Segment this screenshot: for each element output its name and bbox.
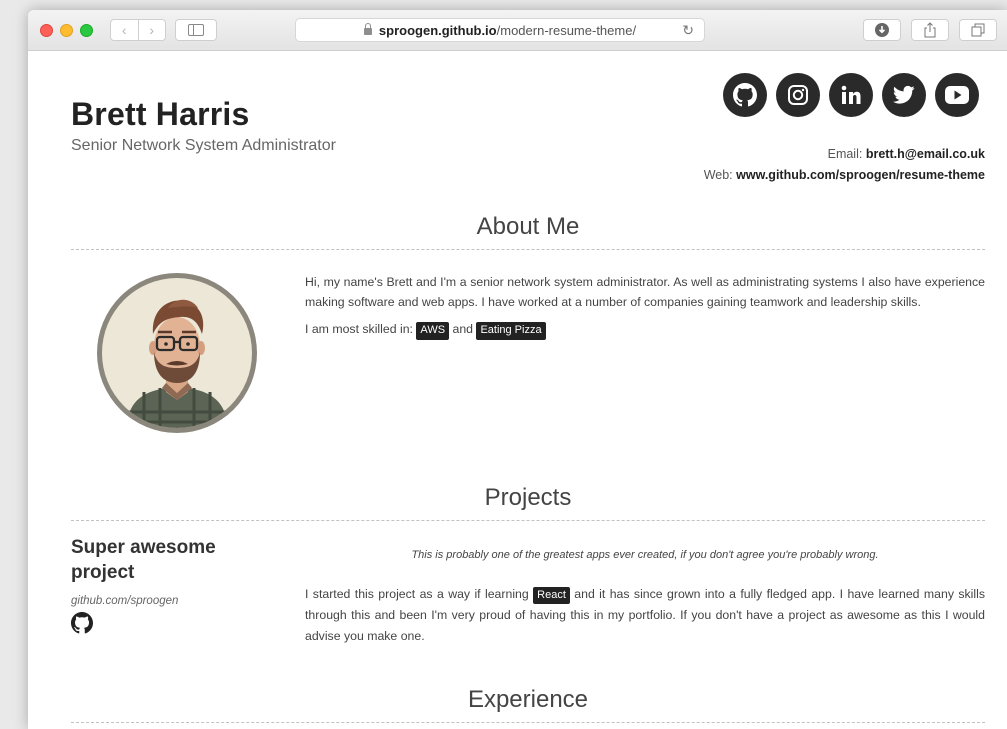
twitter-link[interactable] — [882, 73, 926, 117]
projects-divider — [71, 520, 985, 521]
avatar — [97, 273, 257, 433]
address-bar[interactable]: sproogen.github.io/modern-resume-theme/ … — [295, 18, 705, 42]
linkedin-link[interactable] — [829, 73, 873, 117]
about-paragraph: Hi, my name's Brett and I'm a senior net… — [305, 275, 985, 309]
web-line: Web: www.github.com/sproogen/resume-them… — [704, 168, 985, 182]
skills-prefix: I am most skilled in: — [305, 322, 413, 337]
job-title: Senior Network System Administrator — [71, 137, 336, 154]
share-button[interactable] — [911, 19, 949, 41]
about-heading: About Me — [476, 213, 580, 240]
youtube-link[interactable] — [935, 73, 979, 117]
browser-window: ‹ › sproogen.github.io/modern-resume-the… — [28, 10, 1007, 729]
download-icon — [875, 23, 889, 37]
github-icon[interactable] — [71, 612, 93, 634]
back-button[interactable]: ‹ — [111, 20, 138, 40]
browser-toolbar: ‹ › sproogen.github.io/modern-resume-the… — [28, 10, 1007, 51]
project-title: Super awesome project — [71, 537, 216, 583]
youtube-icon — [945, 86, 969, 104]
skill-tag: AWS — [416, 322, 450, 340]
url-path: /modern-resume-theme/ — [496, 22, 637, 38]
minimize-window-button[interactable] — [60, 24, 73, 37]
email-link[interactable]: brett.h@email.co.uk — [866, 147, 985, 161]
web-label: Web: — [703, 168, 733, 182]
skills-line: I am most skilled in: AWS and Eating Piz… — [305, 320, 985, 340]
resume-page: Brett Harris Senior Network System Admin… — [28, 51, 1007, 729]
github-icon — [733, 83, 757, 107]
about-divider — [71, 249, 985, 250]
lock-icon — [363, 22, 372, 35]
url-domain: sproogen.github.io — [378, 22, 497, 38]
person-name: Brett Harris — [71, 96, 250, 132]
project-desc-start: I started this project as a way if learn… — [305, 587, 529, 601]
web-link[interactable]: www.github.com/sproogen/resume-theme — [736, 168, 985, 182]
project-description: I started this project as a way if learn… — [305, 584, 985, 647]
forward-button[interactable]: › — [137, 20, 166, 40]
email-line: Email: brett.h@email.co.uk — [828, 147, 985, 161]
sidebar-icon — [188, 24, 204, 36]
skills-and: and — [452, 322, 474, 337]
tabs-icon — [971, 23, 985, 37]
social-links — [723, 73, 979, 117]
instagram-link[interactable] — [776, 73, 820, 117]
experience-divider — [71, 722, 985, 723]
history-nav: ‹ › — [110, 19, 166, 41]
share-icon — [924, 22, 936, 38]
about-text: Hi, my name's Brett and I'm a senior net… — [305, 273, 985, 348]
sidebar-toggle-button[interactable] — [175, 19, 217, 41]
skill-tag: Eating Pizza — [476, 322, 546, 340]
close-window-button[interactable] — [40, 24, 53, 37]
zoom-window-button[interactable] — [80, 24, 93, 37]
project-link[interactable]: github.com/sproogen — [71, 595, 178, 607]
tabs-button[interactable] — [959, 19, 997, 41]
twitter-icon — [893, 85, 915, 104]
email-label: Email: — [827, 147, 863, 161]
projects-heading: Projects — [484, 484, 572, 511]
instagram-icon — [788, 85, 808, 105]
linkedin-icon — [841, 85, 861, 104]
github-link[interactable] — [723, 73, 767, 117]
downloads-button[interactable] — [863, 19, 901, 41]
project-quote: This is probably one of the greatest app… — [411, 549, 879, 561]
tech-tag: React — [533, 587, 570, 605]
reload-icon[interactable]: ↻ — [682, 22, 694, 39]
experience-heading: Experience — [467, 686, 589, 713]
